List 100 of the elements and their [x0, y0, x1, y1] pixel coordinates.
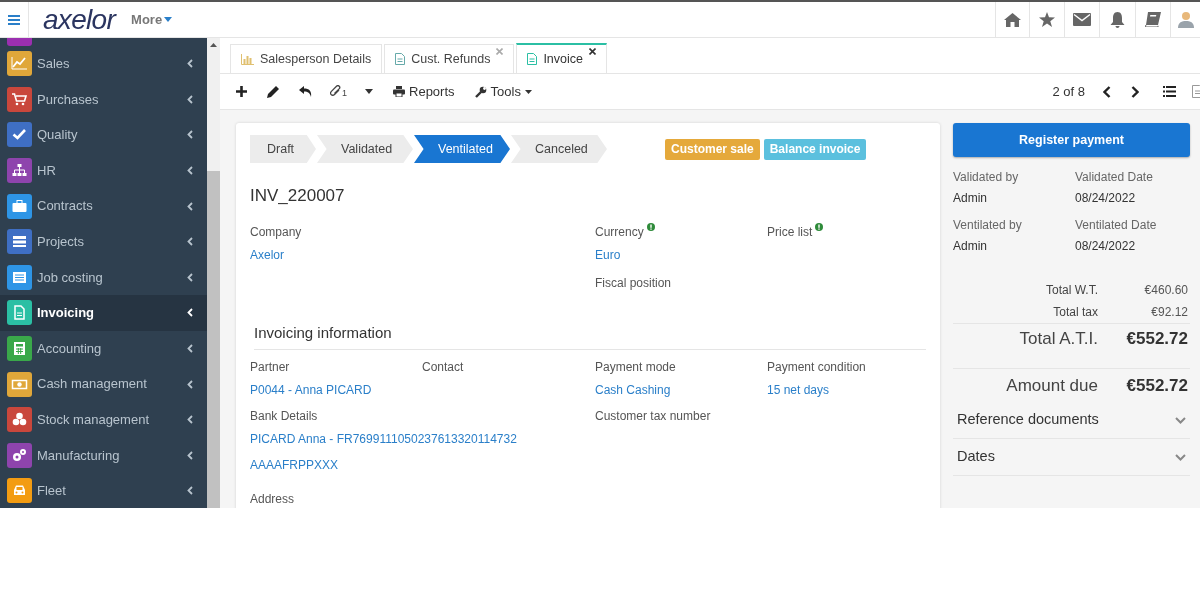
status-step[interactable]: Ventilated — [414, 135, 510, 163]
sidebar-item[interactable]: Accounting — [0, 330, 207, 367]
list-view-icon[interactable] — [1163, 86, 1176, 97]
chevron-down-icon — [1175, 416, 1186, 424]
chevron-left-icon — [187, 59, 193, 69]
undo-icon[interactable] — [299, 86, 312, 97]
total-value: €92.12 — [1150, 304, 1189, 321]
caret-icon — [164, 17, 173, 22]
sidebar-item[interactable]: Contracts — [0, 188, 207, 224]
field-label: Validated by — [953, 169, 1020, 186]
chevron-left-icon — [187, 450, 193, 460]
section-title: Invoicing information — [254, 321, 926, 350]
sidebar-item[interactable]: Invoicing — [0, 295, 207, 331]
status-step[interactable]: Canceled — [511, 135, 607, 163]
sidebar-item[interactable]: Manufacturing — [0, 437, 207, 474]
sidebar-item[interactable]: Quality — [0, 117, 207, 153]
field-label: Partner — [250, 359, 290, 376]
field-link[interactable]: P0044 - Anna PICARD — [250, 381, 422, 399]
chevron-down-icon — [1175, 453, 1186, 461]
field-label: Payment mode — [595, 359, 676, 376]
total-value: €552.72 — [1125, 374, 1189, 397]
total-label: Amount due — [1005, 374, 1098, 397]
chevron-left-icon — [187, 379, 193, 389]
sidebar-item[interactable]: Cash management — [0, 366, 207, 402]
field-value: 08/24/2022 — [1075, 190, 1137, 207]
total-value: €552.72 — [1125, 328, 1189, 351]
logo[interactable]: axelor — [43, 5, 116, 34]
chevron-left-icon — [187, 166, 193, 176]
field-label: Payment condition — [767, 359, 866, 376]
register-payment-button[interactable]: Register payment — [953, 123, 1190, 157]
field-link[interactable]: PICARD Anna - FR7699111050237613320114732 — [250, 430, 595, 448]
field-label: Validated Date — [1075, 169, 1154, 186]
chevron-left-icon — [187, 272, 193, 282]
sidebar-item[interactable]: Sales — [0, 46, 207, 82]
chevron-left-icon — [187, 94, 193, 104]
field-label: Price list — [767, 223, 813, 241]
document-icon — [527, 53, 538, 65]
close-icon[interactable] — [589, 48, 596, 55]
field-label: Customer tax number — [595, 409, 711, 423]
field-label: Ventilated Date — [1075, 217, 1158, 234]
field-link[interactable]: Axelor — [250, 245, 595, 264]
total-label: Total A.T.I. — [1018, 328, 1098, 351]
field-label: Ventilated by — [953, 217, 1023, 234]
total-label: Total W.T. — [1045, 282, 1098, 299]
tab[interactable]: Invoice — [516, 43, 607, 73]
field-link[interactable]: Cash Cashing — [595, 381, 767, 399]
sidebar-item[interactable]: Job costing — [0, 259, 207, 296]
tab[interactable]: Salesperson Details — [230, 44, 383, 73]
invoice-number: INV_220007 — [250, 185, 346, 207]
chevron-left-icon — [187, 130, 193, 140]
field-value: 08/24/2022 — [1075, 238, 1137, 255]
reports-button[interactable]: Reports — [393, 81, 455, 102]
status-step[interactable]: Draft — [250, 135, 316, 163]
print-icon — [393, 86, 405, 97]
sidebar-item[interactable]: Projects — [0, 223, 207, 260]
total-value: €460.60 — [1143, 282, 1189, 299]
edit-icon[interactable] — [267, 85, 279, 98]
field-label: Fiscal position — [595, 274, 672, 292]
status-step[interactable]: Validated — [317, 135, 413, 163]
collapsible-section[interactable]: Reference documents — [953, 402, 1190, 439]
bar-chart-icon — [241, 53, 254, 65]
pager-text: 2 of 8 — [1052, 82, 1085, 101]
chevron-left-icon — [187, 344, 193, 354]
field-link[interactable]: AAAAFRPPXXX — [250, 456, 595, 474]
field-value: Admin — [953, 238, 988, 255]
tag: Customer sale — [665, 138, 760, 160]
sidebar-item[interactable]: HR — [0, 152, 207, 189]
sidebar-item[interactable]: Fleet — [0, 473, 207, 508]
field-link[interactable]: Euro — [595, 245, 767, 264]
field-label: Contact — [422, 359, 464, 376]
caret-icon — [524, 89, 532, 94]
previous-icon[interactable] — [1103, 85, 1111, 98]
field-value: Admin — [953, 190, 988, 207]
module-icon — [7, 38, 32, 46]
field-label: Currency — [595, 223, 644, 241]
chevron-left-icon — [187, 308, 193, 318]
attachment-button[interactable]: 1 — [330, 85, 347, 98]
chevron-left-icon — [187, 237, 193, 247]
chevron-left-icon — [187, 486, 193, 496]
more-menu[interactable]: More — [131, 9, 173, 30]
add-icon[interactable] — [236, 86, 247, 97]
scrollbar[interactable] — [207, 38, 220, 508]
field-link[interactable]: 15 net days — [767, 381, 926, 399]
tab[interactable]: Cust. Refunds — [384, 44, 515, 73]
field-label: Bank Details — [250, 408, 319, 425]
form-view-icon[interactable] — [1192, 85, 1200, 98]
document-icon — [395, 53, 406, 65]
wrench-icon — [474, 85, 487, 98]
tag: Balance invoice — [763, 138, 867, 160]
chevron-left-icon — [187, 201, 193, 211]
sidebar-item[interactable]: Stock management — [0, 401, 207, 438]
scroll-up-icon[interactable] — [210, 43, 217, 47]
sidebar-item[interactable]: Purchases — [0, 81, 207, 118]
total-label: Total tax — [1052, 304, 1098, 321]
field-label: Company — [250, 223, 302, 241]
field-label: Address — [250, 492, 295, 506]
chevron-left-icon — [187, 415, 193, 425]
next-icon[interactable] — [1131, 85, 1139, 98]
tools-button[interactable]: Tools — [474, 81, 532, 102]
collapsible-section[interactable]: Dates — [953, 439, 1190, 476]
